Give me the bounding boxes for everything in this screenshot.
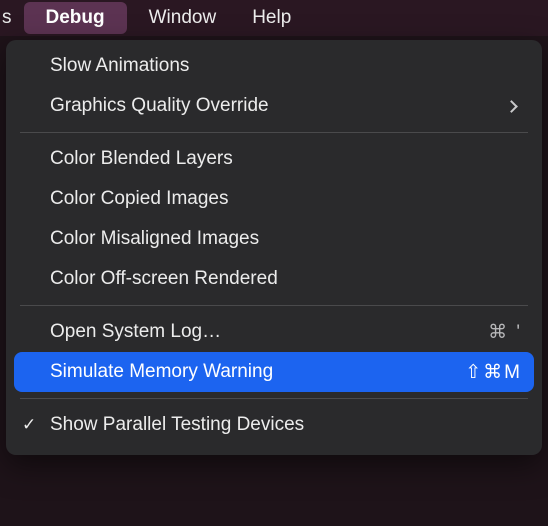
menu-item-simulate-memory-warning[interactable]: Simulate Memory Warning ⇧⌘M [14, 352, 534, 392]
menu-shortcut: ⌘ ' [488, 321, 522, 344]
chevron-right-icon [505, 100, 518, 113]
menu-item-color-misaligned-images[interactable]: Color Misaligned Images [6, 219, 542, 259]
menu-separator [20, 305, 528, 306]
menu-item-label: Slow Animations [50, 55, 522, 77]
menubar-item-window[interactable]: Window [131, 0, 235, 36]
menu-item-color-blended-layers[interactable]: Color Blended Layers [6, 139, 542, 179]
menu-item-label: Color Misaligned Images [50, 228, 522, 250]
menu-item-color-copied-images[interactable]: Color Copied Images [6, 179, 542, 219]
checkmark-icon: ✓ [22, 415, 36, 435]
menu-item-label: Graphics Quality Override [50, 95, 507, 117]
menu-item-label: Simulate Memory Warning [50, 361, 465, 383]
menu-item-graphics-quality-override[interactable]: Graphics Quality Override [6, 86, 542, 126]
menu-item-label: Show Parallel Testing Devices [50, 414, 522, 436]
menu-item-label: Color Off-screen Rendered [50, 268, 522, 290]
menubar-prev-fragment: s [0, 0, 20, 36]
menu-item-open-system-log[interactable]: Open System Log… ⌘ ' [6, 312, 542, 352]
menu-separator [20, 398, 528, 399]
menu-item-slow-animations[interactable]: Slow Animations [6, 46, 542, 86]
menu-item-label: Color Blended Layers [50, 148, 522, 170]
debug-dropdown: Slow Animations Graphics Quality Overrid… [6, 40, 542, 455]
menu-separator [20, 132, 528, 133]
menubar: s Debug Window Help [0, 0, 548, 36]
menu-item-color-offscreen-rendered[interactable]: Color Off-screen Rendered [6, 259, 542, 299]
menu-item-show-parallel-testing-devices[interactable]: ✓ Show Parallel Testing Devices [6, 405, 542, 445]
menu-item-label: Color Copied Images [50, 188, 522, 210]
menu-shortcut: ⇧⌘M [465, 361, 522, 384]
menubar-item-help[interactable]: Help [234, 0, 309, 36]
menubar-item-debug[interactable]: Debug [24, 2, 127, 34]
menu-item-label: Open System Log… [50, 321, 488, 343]
